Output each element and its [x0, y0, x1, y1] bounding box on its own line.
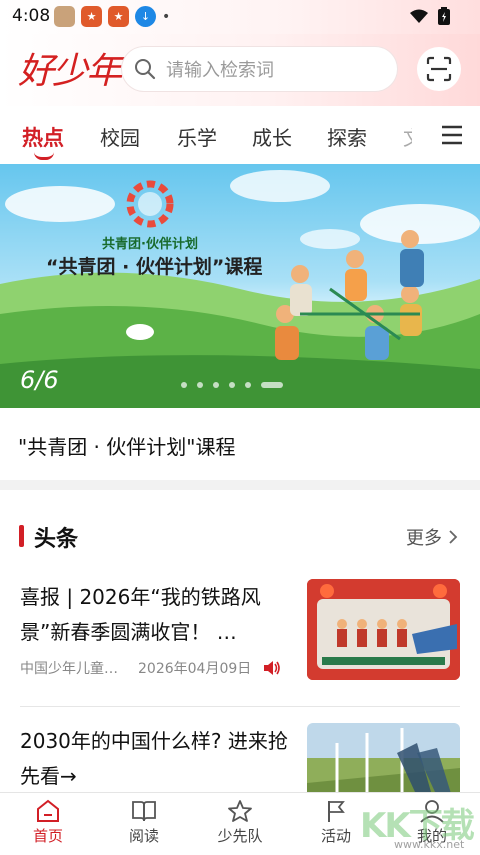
app-3-icon: ★ — [108, 6, 129, 27]
pagination-dot[interactable] — [245, 382, 251, 388]
section-title: 头条 — [34, 527, 79, 552]
nav-label: 首页 — [32, 827, 63, 845]
tab-learning[interactable]: 乐学 — [177, 122, 217, 151]
banner-illustration — [0, 170, 480, 408]
status-dot: • — [162, 8, 171, 25]
nav-pioneers[interactable]: 少先队 — [200, 799, 280, 846]
tab-explore[interactable]: 探索 — [327, 122, 367, 151]
search-placeholder: 请输入检索词 — [166, 60, 274, 81]
banner-caption-card[interactable]: "共青团 · 伙伴计划"课程 — [0, 408, 480, 480]
news-item[interactable]: 2030年的中国什么样? 进来抢先看→ — [0, 722, 480, 792]
pagination-dot-active[interactable] — [261, 382, 283, 388]
headlines-section: 头条 更多 喜报 | 2026年“我的铁路风景”新春季圆满收官！ … 中国少年儿… — [0, 490, 480, 792]
book-icon — [132, 801, 156, 822]
hero-banner[interactable]: 共青团·伙伴计划 “共青团 · 伙伴计划”课程 6/6 — [0, 164, 480, 408]
download-icon: ↓ — [135, 6, 156, 27]
news-thumbnail — [307, 723, 460, 792]
category-tabs: 热点 校园 乐学 成长 探索 文 — [0, 106, 480, 164]
banner-subtitle: 共青团·伙伴计划 — [102, 237, 198, 252]
nav-label: 少先队 — [217, 827, 263, 845]
pagination-dot[interactable] — [213, 382, 219, 388]
more-link[interactable]: 更多 — [406, 524, 458, 550]
news-title: 喜报 | 2026年“我的铁路风景”新春季圆满收官！ … — [20, 585, 261, 644]
banner-title: “共青团 · 伙伴计划”课程 — [46, 256, 263, 278]
speaker-icon[interactable] — [263, 660, 281, 676]
news-date: 2026年04月09日 — [138, 661, 252, 677]
tab-culture[interactable]: 文 — [403, 122, 412, 151]
status-bar: 4:08 ★ ★ ↓ • — [0, 0, 480, 34]
status-right — [410, 7, 450, 25]
nav-home[interactable]: 首页 — [8, 799, 88, 846]
tab-growth[interactable]: 成长 — [252, 122, 292, 151]
banner-pagination — [181, 382, 283, 388]
scan-icon — [426, 56, 452, 82]
watermark-url: www.kkx.net — [394, 838, 465, 851]
app-header: 好少年 请输入检索词 — [0, 34, 480, 106]
battery-icon — [438, 7, 450, 25]
search-bar[interactable]: 请输入检索词 — [122, 47, 397, 91]
news-source: 中国少年儿童… — [20, 661, 118, 677]
more-label: 更多 — [406, 528, 442, 549]
nav-label: 阅读 — [128, 827, 159, 845]
wifi-icon — [410, 9, 428, 23]
section-accent-bar — [19, 525, 24, 547]
banner-caption: "共青团 · 伙伴计划"课程 — [18, 435, 236, 459]
chevron-right-icon — [449, 530, 458, 544]
active-tab-indicator — [34, 152, 54, 160]
banner-counter: 6/6 — [20, 366, 59, 394]
tab-campus[interactable]: 校园 — [100, 122, 140, 151]
item-divider — [20, 706, 460, 707]
nav-reading[interactable]: 阅读 — [104, 799, 184, 846]
tab-hot[interactable]: 热点 — [22, 122, 64, 152]
status-app-icons: ★ ★ ↓ • — [54, 6, 170, 27]
news-meta: 中国少年儿童… 2026年04月09日 — [20, 658, 281, 678]
news-title: 2030年的中国什么样? 进来抢先看→ — [20, 729, 288, 788]
flag-icon — [328, 801, 345, 822]
home-icon — [37, 799, 59, 822]
news-thumbnail — [307, 579, 460, 680]
pagination-dot[interactable] — [229, 382, 235, 388]
status-time: 4:08 — [12, 6, 51, 26]
menu-icon[interactable] — [440, 124, 464, 146]
search-icon — [135, 59, 156, 80]
app-logo: 好少年 — [18, 51, 122, 92]
pagination-dot[interactable] — [181, 382, 187, 388]
scan-button[interactable] — [417, 47, 461, 91]
star-icon — [228, 800, 252, 822]
app-2-icon: ★ — [81, 6, 102, 27]
app-1-icon — [54, 6, 75, 27]
pagination-dot[interactable] — [197, 382, 203, 388]
nav-label: 活动 — [320, 827, 351, 845]
news-item[interactable]: 喜报 | 2026年“我的铁路风景”新春季圆满收官！ … 中国少年儿童… 202… — [0, 576, 480, 686]
